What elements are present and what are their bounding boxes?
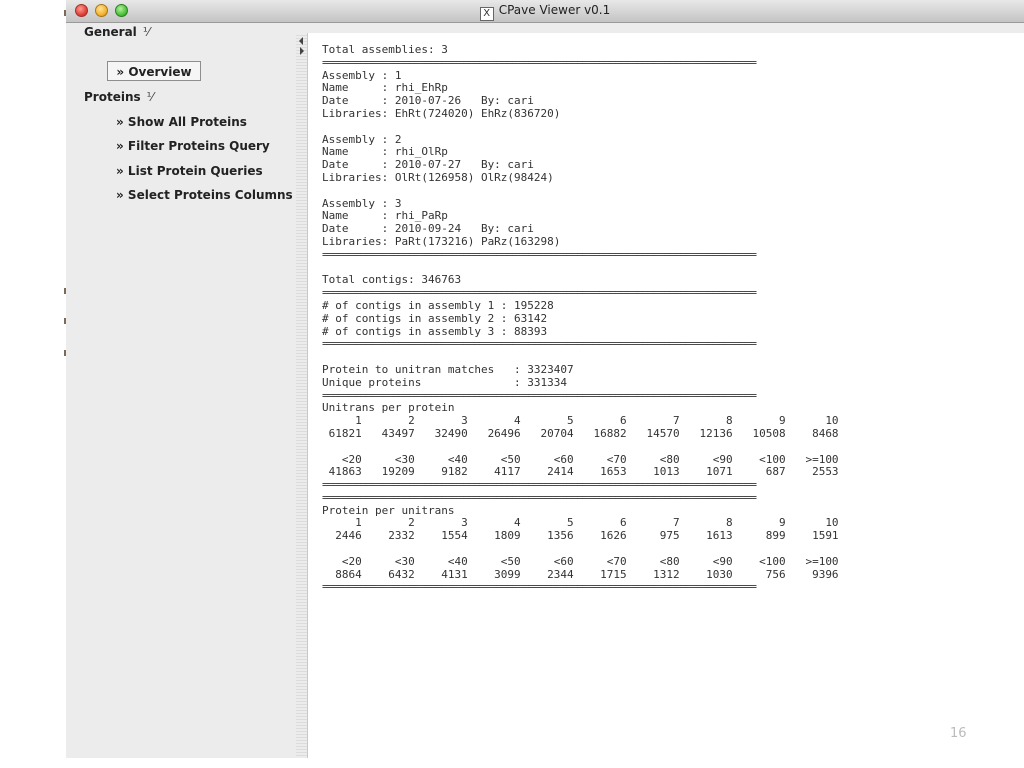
total-assemblies: Total assemblies: 3	[322, 43, 448, 56]
separator: ========================================…	[322, 55, 757, 69]
group-general[interactable]: General ⅟	[84, 25, 150, 39]
unitrans-per-protein-heading: Unitrans per protein	[322, 401, 455, 415]
window-title: CPave Viewer v0.1	[498, 3, 611, 17]
expand-icon[interactable]: ⅟	[147, 90, 154, 104]
expand-right-arrow-icon[interactable]	[300, 47, 304, 55]
separator: ========================================…	[322, 490, 757, 504]
protein-per-unitrans-heading: Protein per unitrans	[322, 503, 455, 517]
sidebar-item-show-all-proteins[interactable]: » Show All Proteins	[116, 115, 247, 129]
sidebar-item-list-protein-queries[interactable]: » List Protein Queries	[116, 164, 263, 178]
separator: ========================================…	[322, 580, 757, 594]
expand-icon[interactable]: ⅟	[143, 25, 150, 39]
sidebar-item-overview[interactable]: » Overview	[107, 61, 201, 81]
total-contigs: Total contigs: 346763	[322, 273, 462, 287]
separator: ========================================…	[322, 337, 757, 351]
split-pane-divider[interactable]	[296, 33, 307, 758]
overview-panel: Total assemblies: 3 ====================…	[307, 33, 1024, 758]
app-window: X CPave Viewer v0.1 General ⅟ » Overview P…	[66, 0, 1024, 758]
unique-proteins: Unique proteins : 331334	[322, 375, 568, 389]
separator: ========================================…	[322, 478, 757, 492]
group-proteins-label: Proteins	[84, 90, 141, 104]
sidebar-item-filter-proteins-query[interactable]: » Filter Proteins Query	[116, 139, 270, 153]
x11-app-icon: X	[479, 7, 494, 21]
separator: ========================================…	[322, 247, 757, 261]
separator: ========================================…	[322, 388, 757, 402]
collapse-left-arrow-icon[interactable]	[299, 37, 303, 45]
window-title-wrap: X CPave Viewer v0.1	[66, 3, 1024, 21]
protein-matches: Protein to unitran matches : 3323407	[322, 362, 574, 376]
sidebar-item-select-proteins-columns[interactable]: » Select Proteins Columns	[116, 188, 293, 202]
title-bar[interactable]: X CPave Viewer v0.1	[66, 0, 1024, 23]
group-proteins[interactable]: Proteins ⅟	[84, 90, 153, 104]
sidebar: General ⅟ » Overview Proteins ⅟ » Show All…	[66, 23, 296, 758]
page-number: 16	[950, 726, 967, 741]
group-general-label: General	[84, 25, 137, 39]
overview-report: Total assemblies: 3 ====================…	[322, 43, 839, 594]
separator: ========================================…	[322, 286, 757, 300]
